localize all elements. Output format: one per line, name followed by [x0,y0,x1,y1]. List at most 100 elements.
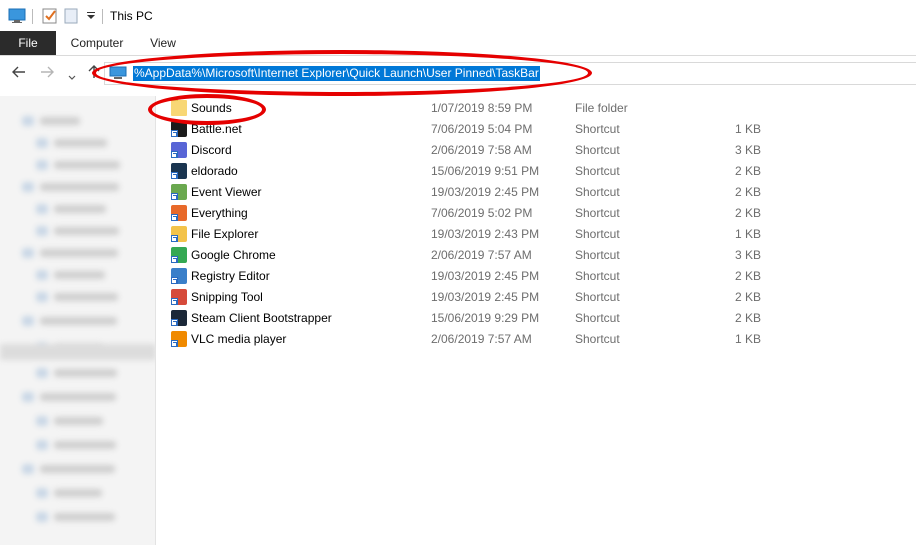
customize-toolbar-dropdown-icon[interactable] [86,10,96,24]
event-viewer-icon [171,184,187,200]
file-date-modified: 1/07/2019 8:59 PM [431,101,533,115]
file-type: Shortcut [575,290,620,304]
file-name: VLC media player [191,332,287,346]
forward-arrow-icon[interactable] [40,65,54,82]
file-row[interactable]: VLC media player 2/06/2019 7:57 AM Shortcu… [157,329,916,350]
file-type: Shortcut [575,122,620,136]
address-bar[interactable]: %AppData%\Microsoft\Internet Explorer\Qu… [104,62,916,85]
nav-item-icon [36,204,48,214]
file-name: Sounds [191,101,232,115]
file-size: 1 KB [734,332,761,346]
registry-editor-icon [171,268,187,284]
file-type: Shortcut [575,269,620,283]
file-row[interactable]: Sounds 1/07/2019 8:59 PM File folder [157,98,916,119]
file-date-modified: 19/03/2019 2:45 PM [431,185,540,199]
file-date-modified: 7/06/2019 5:02 PM [431,206,533,220]
shortcut-arrow-icon [171,214,178,221]
tab-file[interactable]: File [0,31,56,55]
file-row[interactable]: File Explorer 19/03/2019 2:43 PM Shortcut 1… [157,224,916,245]
properties-icon[interactable] [42,8,58,27]
shortcut-arrow-icon [171,235,178,242]
shortcut-arrow-icon [171,193,178,200]
chrome-icon [171,247,187,263]
recent-locations-chevron-down-icon[interactable] [68,68,76,84]
nav-item-label [40,249,118,257]
file-row[interactable]: Google Chrome 2/06/2019 7:57 AM Shortcut 3 … [157,245,916,266]
nav-item-label [54,293,118,301]
file-name: Event Viewer [191,185,262,199]
nav-item-icon [36,440,48,450]
nav-item-icon [36,270,48,280]
file-row[interactable]: Discord 2/06/2019 7:58 AM Shortcut 3 KB [157,140,916,161]
nav-item-icon [22,316,34,326]
nav-item-label [54,227,119,235]
file-name: File Explorer [191,227,259,241]
nav-item-label [54,369,117,377]
eldorado-icon [171,163,187,179]
back-arrow-icon[interactable] [12,65,26,82]
file-type: File folder [575,101,628,115]
file-name: eldorado [191,164,238,178]
nav-item-label [40,117,80,125]
file-type: Shortcut [575,227,620,241]
nav-item-icon [36,368,48,378]
file-row[interactable]: Everything 7/06/2019 5:02 PM Shortcut 2 KB [157,203,916,224]
shortcut-arrow-icon [171,340,178,347]
file-date-modified: 19/03/2019 2:45 PM [431,290,540,304]
address-path-text[interactable]: %AppData%\Microsoft\Internet Explorer\Qu… [133,66,540,81]
nav-item-icon [36,160,48,170]
tab-view[interactable]: View [140,31,186,55]
file-row[interactable]: Battle.net 7/06/2019 5:04 PM Shortcut 1 KB [157,119,916,140]
toolbar-separator [32,9,33,24]
file-row[interactable]: Event Viewer 19/03/2019 2:45 PM Shortcut 2 … [157,182,916,203]
new-folder-icon[interactable] [64,8,78,27]
file-type: Shortcut [575,164,620,178]
file-size: 1 KB [734,227,761,241]
file-name: Everything [191,206,248,220]
up-arrow-icon[interactable] [88,65,100,82]
nav-item-label [54,489,102,497]
shortcut-arrow-icon [171,172,178,179]
file-date-modified: 19/03/2019 2:45 PM [431,269,540,283]
pane-divider[interactable] [155,96,156,545]
nav-item-icon [22,116,34,126]
nav-item-icon [36,138,48,148]
shortcut-arrow-icon [171,151,178,158]
file-size: 1 KB [734,122,761,136]
nav-item-icon [36,488,48,498]
discord-icon [171,142,187,158]
this-pc-icon [8,8,26,27]
vlc-icon [171,331,187,347]
everything-icon [171,205,187,221]
file-type: Shortcut [575,143,620,157]
nav-item-label [54,513,115,521]
file-date-modified: 15/06/2019 9:51 PM [431,164,540,178]
file-row[interactable]: eldorado 15/06/2019 9:51 PM Shortcut 2 KB [157,161,916,182]
file-size: 3 KB [734,248,761,262]
file-name: Battle.net [191,122,242,136]
file-size: 2 KB [734,311,761,325]
file-size: 2 KB [734,290,761,304]
nav-item-label [54,205,106,213]
tab-computer[interactable]: Computer [62,31,132,55]
window-title: This PC [110,9,153,23]
file-name: Steam Client Bootstrapper [191,311,332,325]
file-date-modified: 2/06/2019 7:58 AM [431,143,532,157]
battlenet-icon [171,121,187,137]
file-row[interactable]: Registry Editor 19/03/2019 2:45 PM Shortcu… [157,266,916,287]
shortcut-arrow-icon [171,298,178,305]
file-name: Snipping Tool [191,290,263,304]
file-name: Registry Editor [191,269,270,283]
file-date-modified: 7/06/2019 5:04 PM [431,122,533,136]
navigation-pane[interactable] [0,96,156,545]
title-bar: This PC [0,0,916,31]
nav-item-icon [22,392,34,402]
file-date-modified: 15/06/2019 9:29 PM [431,311,540,325]
file-row[interactable]: Snipping Tool 19/03/2019 2:45 PM Shortcut 2… [157,287,916,308]
toolbar-separator [102,9,103,24]
file-type: Shortcut [575,206,620,220]
file-row[interactable]: Steam Client Bootstrapper 15/06/2019 9:29… [157,308,916,329]
shortcut-arrow-icon [171,319,178,326]
nav-item-label [54,441,116,449]
nav-item-label [54,417,103,425]
